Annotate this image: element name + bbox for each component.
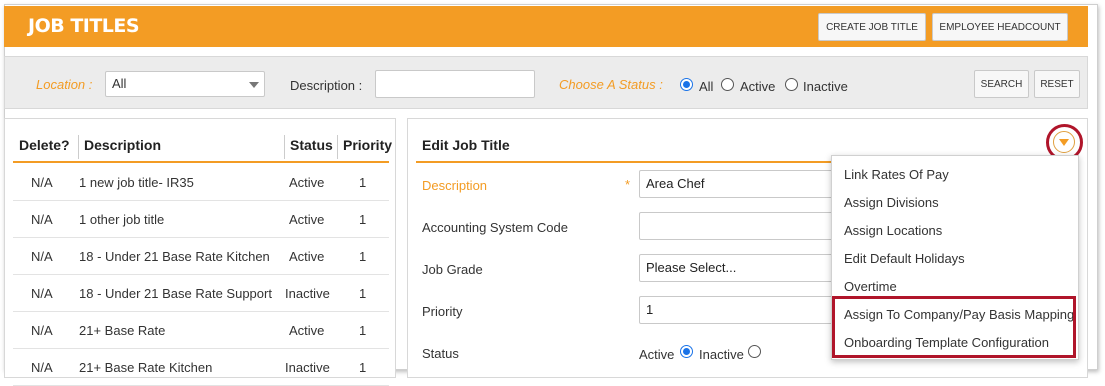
description-filter-input[interactable] — [375, 70, 535, 98]
row-description: 18 - Under 21 Base Rate Kitchen — [79, 249, 270, 264]
status-filter-label: Choose A Status : — [559, 77, 663, 92]
chevron-down-icon — [249, 82, 259, 88]
menu-item-overtime[interactable]: Overtime — [844, 279, 897, 294]
employee-headcount-button[interactable]: EMPLOYEE HEADCOUNT — [932, 13, 1068, 41]
status-label: Status — [422, 346, 459, 361]
column-header-priority[interactable]: Priority — [343, 137, 392, 153]
job-grade-select[interactable]: Please Select... — [639, 254, 839, 282]
status-active-radio[interactable] — [721, 78, 734, 91]
description-field[interactable]: Area Chef — [639, 170, 839, 198]
description-label: Description — [422, 178, 488, 193]
required-marker: * — [625, 177, 631, 192]
column-divider — [78, 135, 79, 159]
status-all-radio[interactable] — [680, 78, 693, 91]
create-job-title-button[interactable]: CREATE JOB TITLE — [818, 13, 926, 41]
menu-item-link-rates-of-pay[interactable]: Link Rates Of Pay — [844, 167, 949, 182]
row-delete: N/A — [31, 323, 53, 338]
row-description: 18 - Under 21 Base Rate Support — [79, 286, 272, 301]
table-row[interactable]: N/A 21+ Base Rate Kitchen Inactive 1 — [13, 349, 389, 386]
row-status: Active — [289, 175, 325, 190]
accounting-system-code-label: Accounting System Code — [422, 220, 568, 235]
priority-label: Priority — [422, 304, 463, 319]
edit-status-active-radio[interactable] — [680, 345, 693, 358]
job-titles-table: Delete? Description Status Priority N/A … — [4, 118, 396, 386]
column-header-status[interactable]: Status — [290, 137, 333, 153]
row-priority: 1 — [359, 323, 367, 338]
priority-field[interactable]: 1 — [639, 296, 839, 324]
status-inactive-label: Inactive — [699, 347, 744, 362]
menu-item-edit-default-holidays[interactable]: Edit Default Holidays — [844, 251, 965, 266]
location-label: Location : — [36, 77, 93, 92]
row-delete: N/A — [31, 175, 53, 190]
row-delete: N/A — [31, 249, 53, 264]
edit-status-inactive-radio[interactable] — [748, 345, 761, 358]
table-row[interactable]: N/A 21+ Base Rate Active 1 — [13, 312, 389, 349]
row-delete: N/A — [31, 286, 53, 301]
location-select[interactable]: All — [105, 71, 265, 97]
row-delete: N/A — [31, 212, 53, 227]
description-filter-label: Description : — [290, 78, 363, 93]
location-select-value: All — [112, 76, 127, 91]
menu-item-assign-divisions[interactable]: Assign Divisions — [844, 195, 939, 210]
row-priority: 1 — [359, 212, 367, 227]
column-divider — [337, 135, 338, 159]
job-grade-label: Job Grade — [422, 262, 483, 277]
edit-panel-title: Edit Job Title — [422, 137, 510, 153]
row-description: 21+ Base Rate Kitchen — [79, 360, 213, 375]
table-row[interactable]: N/A 1 other job title Active 1 — [13, 201, 389, 238]
column-header-description[interactable]: Description — [84, 137, 161, 153]
page-title: JOB TITLES — [28, 15, 140, 37]
row-status: Active — [289, 323, 325, 338]
row-priority: 1 — [359, 286, 367, 301]
actions-dropdown-toggle[interactable] — [1053, 131, 1075, 153]
reset-button[interactable]: RESET — [1034, 70, 1080, 98]
accounting-system-code-field[interactable] — [639, 212, 839, 240]
row-priority: 1 — [359, 360, 367, 375]
status-active-label: Active — [639, 347, 675, 362]
filter-bar: Location : All Description : Choose A St… — [4, 56, 1088, 109]
table-header: Delete? Description Status Priority — [13, 129, 392, 163]
row-description: 1 other job title — [79, 212, 165, 227]
row-status: Active — [289, 249, 325, 264]
row-status: Inactive — [285, 286, 330, 301]
column-divider — [284, 135, 285, 159]
row-priority: 1 — [359, 175, 367, 190]
row-status: Inactive — [285, 360, 330, 375]
table-row[interactable]: N/A 18 - Under 21 Base Rate Support Inac… — [13, 275, 389, 312]
status-inactive-label: Inactive — [803, 79, 848, 94]
highlight-box — [832, 296, 1076, 358]
status-active-label: Active — [740, 79, 776, 94]
column-header-delete: Delete? — [19, 137, 70, 153]
menu-item-assign-locations[interactable]: Assign Locations — [844, 223, 942, 238]
row-status: Active — [289, 212, 325, 227]
status-inactive-radio[interactable] — [785, 78, 798, 91]
row-delete: N/A — [31, 360, 53, 375]
row-priority: 1 — [359, 249, 367, 264]
page-header: JOB TITLES CREATE JOB TITLE EMPLOYEE HEA… — [4, 6, 1088, 47]
row-description: 21+ Base Rate — [79, 323, 166, 338]
status-all-label: All — [699, 79, 714, 94]
table-row[interactable]: N/A 18 - Under 21 Base Rate Kitchen Acti… — [13, 238, 389, 275]
row-description: 1 new job title- IR35 — [79, 175, 194, 190]
table-row[interactable]: N/A 1 new job title- IR35 Active 1 — [13, 164, 389, 201]
search-button[interactable]: SEARCH — [974, 70, 1029, 98]
